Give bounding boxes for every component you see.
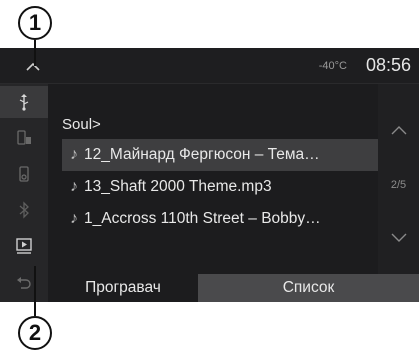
sidebar-item-usb[interactable] bbox=[0, 86, 48, 118]
callout-1: 1 bbox=[18, 6, 52, 40]
back-icon bbox=[17, 277, 31, 289]
bottom-tabs: Програвач Список bbox=[48, 274, 419, 302]
source-sidebar bbox=[0, 84, 48, 302]
scroll-down-button[interactable] bbox=[378, 210, 419, 266]
usb-icon bbox=[19, 94, 29, 111]
chevron-up-icon bbox=[391, 126, 406, 135]
callout-2-line bbox=[34, 266, 36, 316]
track-row[interactable]: ♪ 12_Майнард Фергюсон – Тема… bbox=[62, 139, 378, 171]
chevron-down-icon bbox=[391, 233, 406, 242]
track-title: 1_Accross 110th Street – Bobby… bbox=[84, 210, 321, 227]
callout-2-label: 2 bbox=[28, 320, 42, 345]
callout-1-label: 1 bbox=[28, 10, 42, 35]
scroll-up-button[interactable] bbox=[378, 102, 419, 158]
clock: 08:56 bbox=[365, 55, 411, 75]
outside-temperature: -40°C bbox=[318, 60, 347, 72]
media-screen: -40°C 08:56 Soul> ♪ 12_Майнард Фергюсон … bbox=[0, 48, 419, 302]
sidebar-item-ipod[interactable] bbox=[0, 158, 48, 190]
music-note-icon: ♪ bbox=[70, 210, 78, 227]
bluetooth-icon bbox=[19, 201, 29, 219]
music-note-icon: ♪ bbox=[70, 178, 78, 195]
collapse-button[interactable] bbox=[8, 54, 58, 80]
callout-2: 2 bbox=[18, 316, 52, 350]
phone-media-icon bbox=[17, 130, 31, 145]
breadcrumb[interactable]: Soul> bbox=[62, 116, 101, 133]
scroll-controls: 2/5 bbox=[378, 84, 419, 274]
track-row[interactable]: ♪ 13_Shaft 2000 Theme.mp3 bbox=[62, 171, 378, 203]
track-title: 12_Майнард Фергюсон – Тема… bbox=[84, 146, 320, 163]
sidebar-item-bluetooth[interactable] bbox=[0, 194, 48, 226]
chevron-up-icon bbox=[26, 62, 40, 71]
ipod-icon bbox=[19, 166, 29, 182]
track-row[interactable]: ♪ 1_Accross 110th Street – Bobby… bbox=[62, 203, 378, 235]
status-bar: -40°C 08:56 bbox=[0, 48, 419, 84]
media-play-icon bbox=[16, 238, 32, 254]
page-indicator: 2/5 bbox=[390, 179, 407, 191]
callout-1-line bbox=[34, 40, 36, 66]
music-note-icon: ♪ bbox=[70, 146, 78, 163]
sidebar-item-phone-media[interactable] bbox=[0, 122, 48, 154]
sidebar-item-back[interactable] bbox=[0, 268, 48, 300]
track-list: Soul> ♪ 12_Майнард Фергюсон – Тема… ♪ 13… bbox=[48, 84, 378, 274]
tab-list[interactable]: Список bbox=[198, 274, 419, 302]
tab-player[interactable]: Програвач bbox=[48, 274, 198, 302]
track-title: 13_Shaft 2000 Theme.mp3 bbox=[84, 178, 272, 195]
sidebar-item-media-play[interactable] bbox=[0, 230, 48, 262]
